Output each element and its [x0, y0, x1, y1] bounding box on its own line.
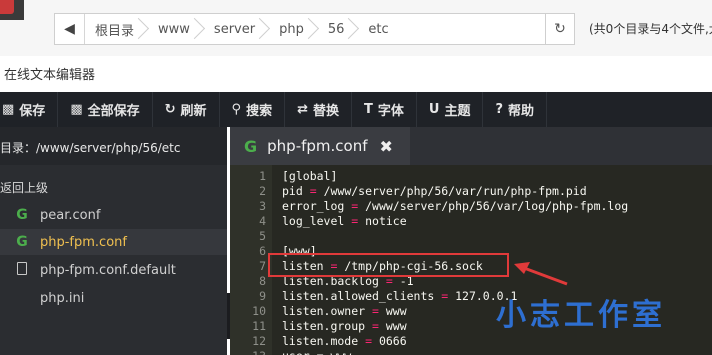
- line-number: 5: [259, 229, 266, 243]
- current-directory: 目录：/www/server/php/56/etc: [0, 127, 227, 165]
- file-sidebar: 目录：/www/server/php/56/etc 返回上级 G pear.co…: [0, 127, 227, 355]
- g-file-icon: G: [244, 136, 258, 156]
- highlight-box: [268, 253, 509, 277]
- line-number: 11: [252, 319, 266, 333]
- line-number: 13: [230, 349, 266, 355]
- line-number: 2: [259, 184, 266, 198]
- file-item-pear-conf[interactable]: G pear.conf: [0, 202, 227, 228]
- save-all-icon: ▩: [70, 102, 83, 117]
- directory-summary: (共0个目录与4个文件,大: [589, 22, 712, 36]
- replace-icon: ⇄: [297, 102, 308, 117]
- font-icon: T: [364, 102, 373, 117]
- breadcrumb-item-root[interactable]: 根目录: [85, 14, 148, 44]
- document-icon: [17, 261, 27, 275]
- line-number: 1: [259, 169, 266, 183]
- code-text: log_level = notice: [282, 214, 407, 228]
- back-button[interactable]: ◀: [55, 14, 85, 44]
- code-text: pid = /www/server/php/56/var/run/php-fpm…: [282, 184, 587, 198]
- line-number: 9: [259, 289, 266, 303]
- code-line: 1 [global]: [230, 169, 712, 184]
- line-number: 6: [259, 244, 266, 258]
- code-line: 5: [230, 229, 712, 244]
- line-number: 4: [259, 214, 266, 228]
- code-text: error_log = /www/server/php/56/var/log/p…: [282, 199, 629, 213]
- editor-tabbar: G php-fpm.conf ✖: [230, 127, 712, 165]
- go-up-link[interactable]: 返回上级: [0, 179, 48, 196]
- refresh-icon: ↻: [554, 21, 566, 37]
- arrow-left-icon: ◀: [64, 21, 75, 37]
- code-line: 4 log_level = notice: [230, 214, 712, 229]
- code-text: listen.mode = 0666: [282, 334, 407, 348]
- breadcrumb-item-www[interactable]: www: [148, 14, 204, 44]
- close-icon[interactable]: ✖: [380, 137, 393, 156]
- breadcrumb-item-server[interactable]: server: [204, 14, 269, 44]
- theme-icon: U: [428, 102, 440, 117]
- tab-php-fpm-conf[interactable]: G php-fpm.conf ✖: [230, 127, 410, 165]
- editor-title: 在线文本编辑器: [0, 56, 712, 92]
- file-item-php-fpm-conf[interactable]: G php-fpm.conf: [0, 229, 227, 255]
- watermark: 小志工作室: [496, 298, 666, 333]
- theme-button[interactable]: U 主题: [417, 92, 484, 127]
- code-text: user = www: [282, 349, 351, 355]
- line-number: 3: [259, 199, 266, 213]
- help-button[interactable]: ? 帮助: [483, 92, 548, 127]
- file-item-php-ini[interactable]: php.ini: [0, 285, 227, 311]
- search-button[interactable]: ⚲ 搜索: [220, 92, 286, 127]
- code-line: 3 error_log = /www/server/php/56/var/log/…: [230, 199, 712, 214]
- line-number: 12: [252, 334, 266, 348]
- save-all-button[interactable]: ▩ 全部保存: [58, 92, 153, 127]
- g-file-icon: G: [16, 234, 28, 250]
- corner-logo: [0, 0, 24, 20]
- save-button[interactable]: ▩ 保存: [0, 92, 59, 127]
- search-icon: ⚲: [231, 102, 242, 117]
- save-icon: ▩: [2, 102, 15, 117]
- file-manager-bar: ◀ 根目录 www server php 56 etc ↻ (共0个目录与4个文…: [0, 0, 712, 56]
- replace-button[interactable]: ⇄ 替换: [285, 92, 353, 127]
- file-item-php-fpm-conf-default[interactable]: php-fpm.conf.default: [0, 257, 227, 283]
- code-text: listen.owner = www: [282, 304, 407, 318]
- annotation-arrow-icon: [514, 262, 568, 286]
- editor-toolbar: ▩ 保存 ▩ 全部保存 ↻ 刷新 ⚲ 搜索 ⇄ 替换 T 字体 U 主题 ? 帮…: [0, 92, 712, 127]
- refresh-button[interactable]: ↻ 刷新: [153, 92, 220, 127]
- breadcrumb: ◀ 根目录 www server php 56 etc: [54, 13, 574, 45]
- code-line: 2 pid = /www/server/php/56/var/run/php-fp…: [230, 184, 712, 199]
- line-number: 10: [252, 304, 266, 318]
- code-text: listen.allowed_clients = 127.0.0.1: [282, 289, 518, 303]
- breadcrumb-item-etc[interactable]: etc: [358, 14, 402, 44]
- code-line: 12 listen.mode = 0666: [230, 334, 712, 349]
- code-text: [global]: [282, 169, 338, 183]
- g-file-icon: G: [16, 207, 28, 223]
- breadcrumb-item-56[interactable]: 56: [318, 14, 359, 44]
- breadcrumb-item-php[interactable]: php: [269, 14, 318, 44]
- font-button[interactable]: T 字体: [352, 92, 417, 127]
- code-text: listen.group = www: [282, 319, 407, 333]
- refresh-path-button[interactable]: ↻: [545, 13, 575, 45]
- refresh-icon: ↻: [164, 102, 176, 117]
- code-line: 13 user = www: [230, 349, 712, 355]
- line-number: 7: [259, 259, 266, 273]
- help-icon: ?: [495, 102, 504, 117]
- line-number: 8: [259, 274, 266, 288]
